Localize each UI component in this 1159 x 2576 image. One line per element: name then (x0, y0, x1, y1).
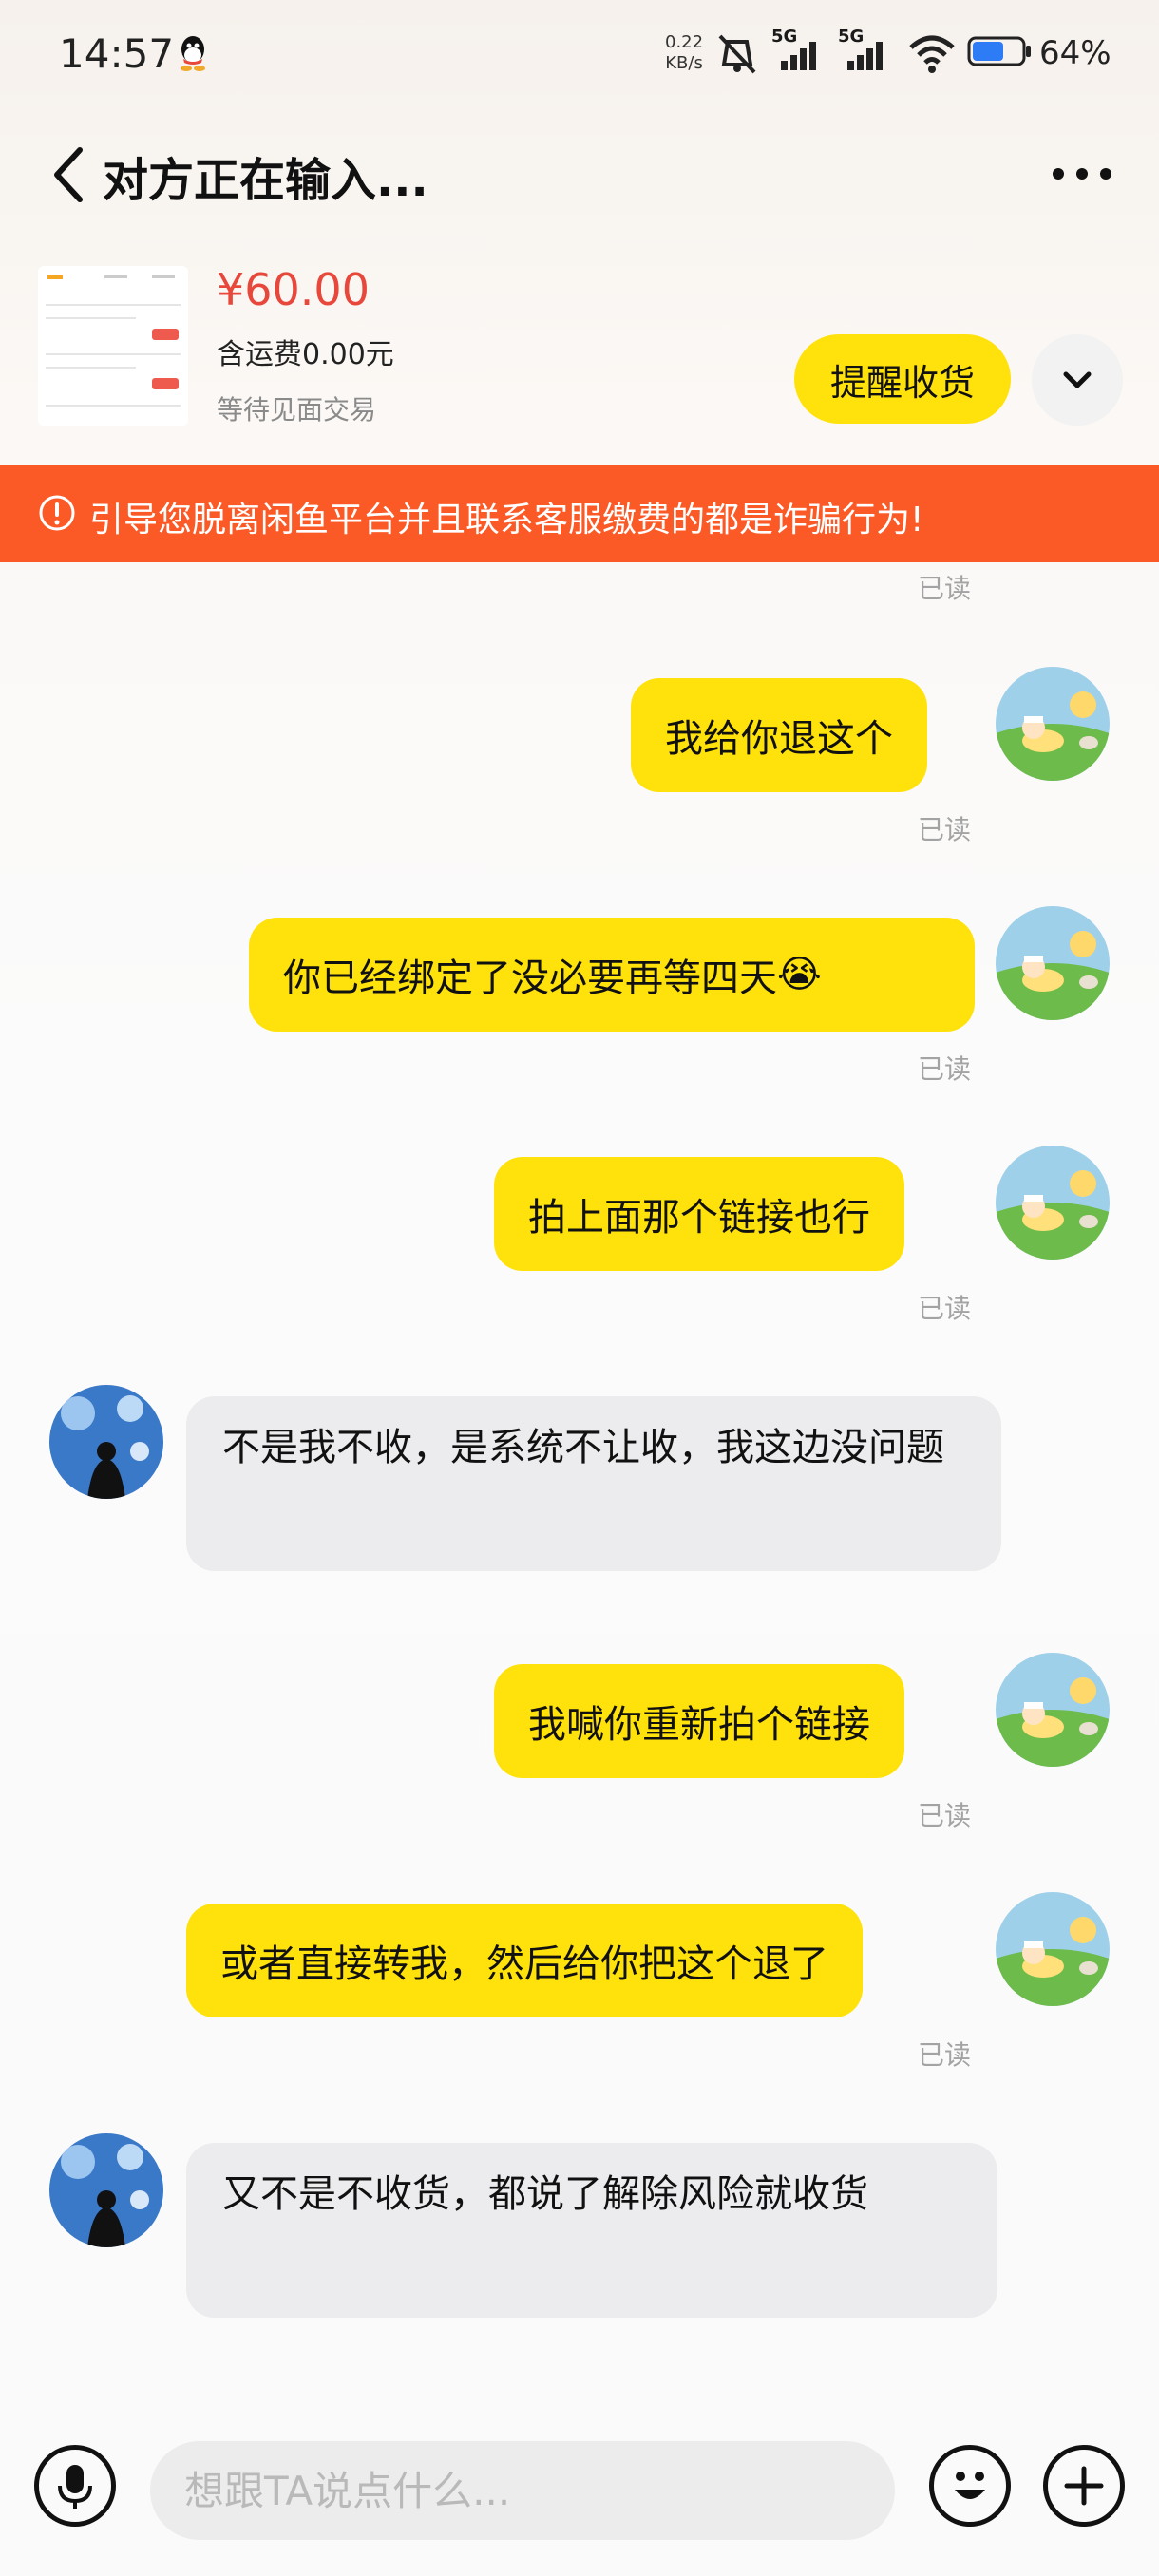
voice-button[interactable] (34, 2445, 116, 2527)
battery-icon (967, 34, 1034, 68)
message-bubble-received[interactable]: 又不是不收货，都说了解除风险就收货 (186, 2143, 998, 2318)
message-bubble-sent[interactable]: 我喊你重新拍个链接 (494, 1664, 904, 1778)
mute-vibrate-icon (718, 34, 756, 74)
net-speed-unit: KB/s (665, 53, 703, 73)
my-avatar[interactable] (996, 906, 1110, 1020)
my-avatar[interactable] (996, 1146, 1110, 1260)
mic-icon (58, 2465, 92, 2509)
chevron-down-icon (1063, 371, 1092, 388)
read-receipt: 已读 (918, 1053, 972, 1085)
network-speed: 0.22 KB/s (665, 32, 703, 74)
more-icon[interactable] (1049, 160, 1115, 188)
remind-receipt-button[interactable]: 提醒收货 (794, 334, 1011, 424)
net-speed-value: 0.22 (665, 32, 704, 52)
qq-icon (180, 36, 205, 71)
plus-icon (1064, 2466, 1104, 2506)
read-receipt: 已读 (918, 573, 972, 604)
my-avatar[interactable] (996, 1892, 1110, 2006)
my-avatar[interactable] (996, 667, 1110, 781)
read-receipt: 已读 (918, 814, 972, 845)
alert-circle-icon (39, 495, 75, 531)
battery-percent: 64% (1039, 34, 1112, 72)
message-bubble-sent[interactable]: 你已经绑定了没必要再等四天 😭 (249, 918, 975, 1032)
warning-text: 引导您脱离闲鱼平台并且联系客服缴费的都是诈骗行为! (89, 501, 924, 540)
product-thumbnail[interactable] (38, 266, 188, 426)
signal-icon-sim2: 5G (838, 27, 887, 72)
emoji-button[interactable] (929, 2445, 1011, 2527)
message-bubble-sent[interactable]: 或者直接转我，然后给你把这个退了 (186, 1904, 863, 2017)
product-price: ¥60.00 (217, 264, 370, 315)
message-text: 你已经绑定了没必要再等四天 (283, 957, 777, 1000)
message-bubble-sent[interactable]: 拍上面那个链接也行 (494, 1157, 904, 1271)
contact-avatar[interactable] (49, 2133, 163, 2247)
wifi-icon (909, 35, 955, 73)
read-receipt: 已读 (918, 1800, 972, 1831)
message-input[interactable] (150, 2441, 895, 2540)
trade-status: 等待见面交易 (217, 394, 377, 426)
message-bubble-sent[interactable]: 我给你退这个 (631, 678, 927, 792)
page-title: 对方正在输入... (103, 154, 428, 207)
read-receipt: 已读 (918, 1293, 972, 1324)
more-actions-button[interactable] (1043, 2445, 1125, 2527)
status-time: 14:57 (59, 30, 175, 77)
my-avatar[interactable] (996, 1653, 1110, 1767)
shipping-info: 含运费0.00元 (217, 338, 394, 371)
expand-button[interactable] (1032, 334, 1123, 426)
read-receipt: 已读 (918, 2039, 972, 2071)
fraud-warning-banner: 引导您脱离闲鱼平台并且联系客服缴费的都是诈骗行为! (0, 465, 1159, 562)
contact-avatar[interactable] (49, 1385, 163, 1499)
back-icon[interactable] (48, 144, 89, 205)
signal-icon-sim1: 5G (771, 27, 821, 72)
message-bubble-received[interactable]: 不是我不收，是系统不让收，我这边没问题 (186, 1396, 1001, 1571)
emoji-icon (955, 2472, 985, 2499)
crying-emoji-icon: 😭 (777, 953, 822, 996)
